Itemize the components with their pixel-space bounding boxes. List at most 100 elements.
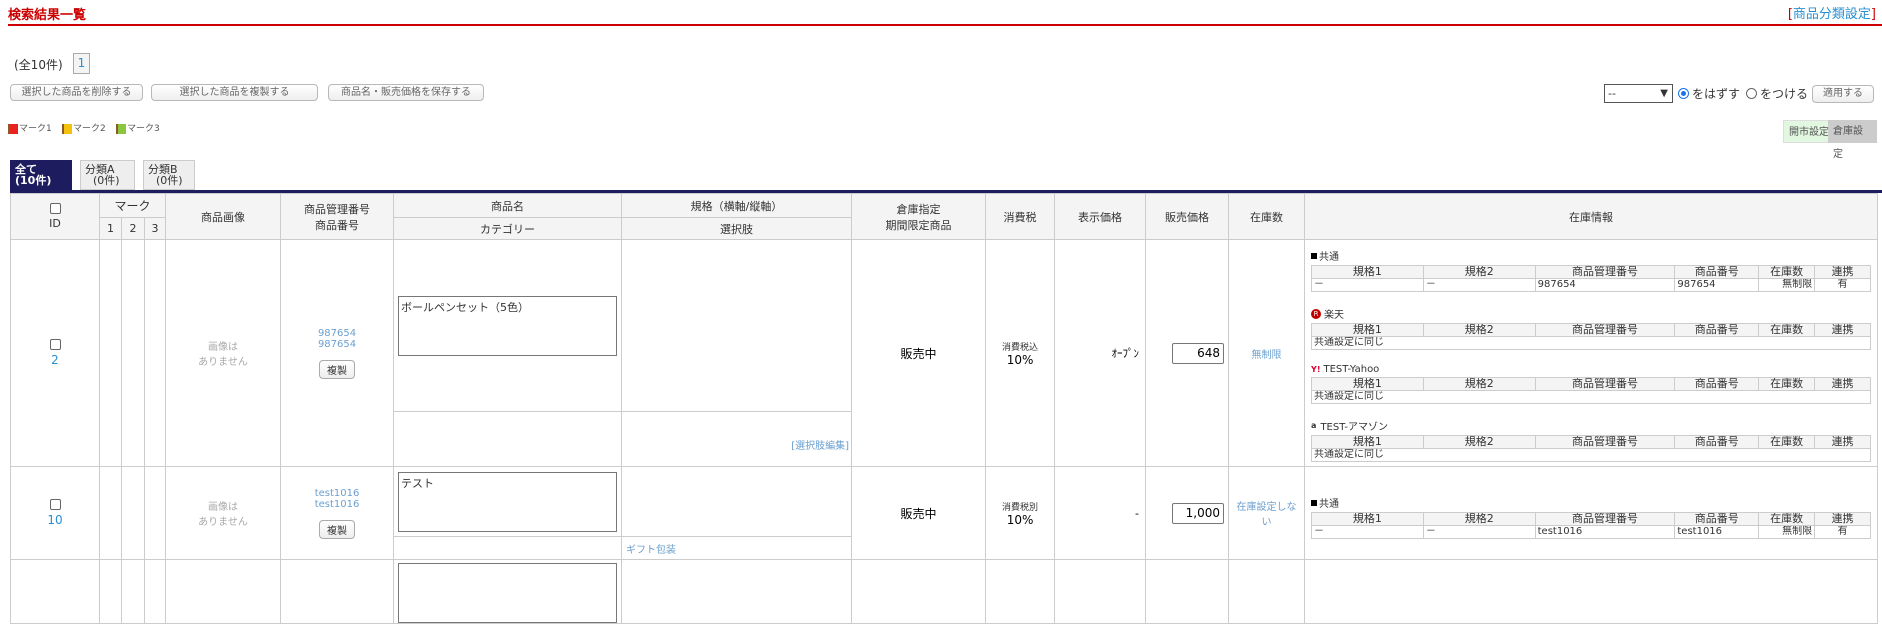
- block-name: TEST-Yahoo: [1323, 364, 1380, 375]
- stock-link[interactable]: 在庫設定しない: [1228, 466, 1306, 560]
- no-image-text: ありません: [198, 517, 248, 528]
- mark3-cell[interactable]: [143, 239, 167, 467]
- product-code-link[interactable]: 987654: [282, 339, 393, 350]
- apply-button[interactable]: 適用する: [1812, 85, 1874, 103]
- code-header: 商品管理番号 商品番号: [280, 193, 395, 240]
- no-image: 画像は ありません: [165, 239, 282, 467]
- tab-category-b[interactable]: 分類B (0件): [143, 160, 195, 190]
- radio-add-mark[interactable]: をつける: [1746, 85, 1808, 102]
- tab-category-a[interactable]: 分類A (0件): [80, 160, 135, 190]
- product-name-input[interactable]: ボールペンセット（5色）: [398, 295, 618, 356]
- same-as-common: 共通設定に同じ: [1311, 390, 1872, 404]
- stock-subtable: 規格1 規格2 商品管理番号 商品番号 在庫数 連携 －－ test1016 test1016…: [1311, 512, 1872, 539]
- yahoo-icon: Y!: [1311, 365, 1321, 374]
- sub-header: 商品番号: [1674, 265, 1760, 279]
- stock-info-cell: 共通 規格1 規格2 商品管理番号 商品番号 在庫数 連携 －－ 987654 987654 無…: [1304, 239, 1879, 467]
- name-cell: テスト: [393, 466, 623, 537]
- management-code-link[interactable]: 987654: [282, 328, 393, 339]
- mark1-header: 1: [99, 217, 122, 240]
- code-cell: 987654 987654 複製: [280, 239, 395, 467]
- stock-link[interactable]: 無制限: [1228, 239, 1306, 467]
- mark3-cell[interactable]: [143, 466, 167, 560]
- bracket: ]: [1870, 7, 1876, 22]
- sub-header: 商品番号: [1674, 323, 1760, 337]
- tab-count: (0件): [156, 174, 183, 187]
- select-all-checkbox[interactable]: [49, 203, 61, 214]
- radio-label: をはずす: [1692, 87, 1741, 101]
- row-checkbox[interactable]: [49, 339, 61, 350]
- same-as-common: 共通設定に同じ: [1311, 336, 1872, 350]
- category-settings-label[interactable]: 商品分類設定: [1793, 7, 1871, 22]
- warehouse-settings-toggle[interactable]: 倉庫設定: [1828, 120, 1877, 160]
- delete-selected-button[interactable]: 選択した商品を削除する: [10, 84, 143, 101]
- sub-cell: 無制限: [1758, 525, 1816, 539]
- amazon-block-title: a TEST-アマゾン: [1311, 418, 1871, 433]
- tab-all[interactable]: 全て (10件): [10, 160, 72, 190]
- code-cell: test1016 test1016 複製: [280, 466, 395, 560]
- stock-subtable: 規格1 規格2 商品管理番号 商品番号 在庫数 連携 共通設定に同じ: [1311, 377, 1872, 404]
- sub-header: 連携: [1814, 435, 1872, 449]
- display-price: -: [1054, 466, 1147, 560]
- sale-price-header: 販売価格: [1145, 193, 1230, 240]
- copy-button[interactable]: 複製: [319, 519, 356, 539]
- copy-button[interactable]: 複製: [319, 359, 356, 379]
- sub-cell: －: [1422, 525, 1536, 539]
- tax-rate: 10%: [1006, 352, 1034, 367]
- product-id-link[interactable]: 10: [47, 513, 62, 527]
- mark-select[interactable]: -- ▼: [1604, 84, 1673, 103]
- option-edit-link[interactable]: [選択肢編集]: [621, 411, 853, 467]
- sub-header: 連携: [1814, 377, 1872, 391]
- category-settings-link[interactable]: [商品分類設定]: [1788, 3, 1876, 22]
- stock-info-header[interactable]: 在庫情報: [1304, 193, 1879, 240]
- category-link[interactable]: [393, 536, 623, 560]
- product-code-link[interactable]: test1016: [282, 499, 393, 510]
- page-button[interactable]: 1: [73, 53, 90, 74]
- sale-price-input[interactable]: 648: [1172, 342, 1225, 364]
- id-cell: 10: [10, 466, 100, 560]
- block-name: 楽天: [1324, 310, 1345, 321]
- code1-label: 商品管理番号: [304, 202, 371, 216]
- amazon-icon: a: [1311, 421, 1317, 430]
- chevron-down-icon: ▼: [1660, 88, 1668, 99]
- title-divider: [8, 24, 1882, 26]
- radio-remove-mark[interactable]: をはずす: [1678, 85, 1740, 102]
- option-header: 選択肢: [621, 217, 853, 240]
- sub-cell: －: [1422, 278, 1536, 292]
- no-image-text: 画像は: [208, 342, 239, 353]
- sale-price-input[interactable]: 1,000: [1172, 502, 1225, 524]
- duplicate-selected-button[interactable]: 選択した商品を複製する: [151, 84, 318, 101]
- mark1-cell[interactable]: [99, 239, 122, 467]
- radio-selected-icon[interactable]: [1678, 88, 1689, 99]
- product-id-link[interactable]: 2: [51, 353, 59, 367]
- sub-header: 連携: [1814, 265, 1872, 279]
- mark2-header: 2: [121, 217, 145, 240]
- category-link[interactable]: [393, 411, 623, 467]
- mark-legend-2: マーク2: [62, 121, 106, 134]
- mark2-cell[interactable]: [121, 466, 145, 560]
- option-link[interactable]: ギフト包装: [621, 536, 853, 560]
- display-price: ｵｰﾌﾟﾝ: [1054, 239, 1147, 467]
- tax-type: 消費税込: [1002, 342, 1039, 353]
- tab-count: (0件): [93, 174, 120, 187]
- sub-header: 規格1: [1311, 265, 1424, 279]
- product-name-input[interactable]: [398, 563, 618, 623]
- product-table: ID マーク 商品画像 商品管理番号 商品番号 商品名 規格（横軸/縦軸） 倉庫指…: [10, 193, 1879, 624]
- product-name-input[interactable]: テスト: [398, 471, 618, 532]
- block-name: 共通: [1319, 499, 1340, 510]
- radio-icon[interactable]: [1746, 88, 1757, 99]
- rakuten-icon: R: [1311, 308, 1322, 319]
- mark1-cell[interactable]: [99, 466, 122, 560]
- sub-header: 規格1: [1311, 323, 1424, 337]
- category-header[interactable]: カテゴリー: [393, 217, 623, 240]
- sub-header: 規格2: [1422, 323, 1536, 337]
- row-checkbox[interactable]: [49, 499, 61, 510]
- stock-info-cell: 共通 規格1 規格2 商品管理番号 商品番号 在庫数 連携 －－ test1016 test1…: [1304, 466, 1879, 560]
- status-text: 販売中: [851, 466, 987, 560]
- spec-cell: [621, 238, 853, 413]
- name-header: 商品名: [393, 193, 623, 218]
- mark2-cell[interactable]: [121, 239, 145, 467]
- save-name-price-button[interactable]: 商品名・販売価格を保存する: [328, 84, 484, 101]
- sub-header: 商品管理番号: [1534, 265, 1676, 279]
- management-code-link[interactable]: test1016: [282, 488, 393, 499]
- tax-cell: 消費税込 10%: [985, 239, 1056, 467]
